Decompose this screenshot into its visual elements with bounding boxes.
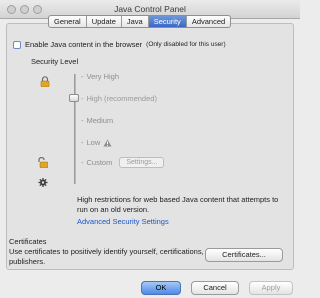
lock-icon (40, 76, 50, 87)
unlock-icon (38, 157, 48, 168)
custom-settings-button[interactable]: Settings... (119, 157, 165, 168)
tab-advanced[interactable]: Advanced (187, 16, 230, 27)
tab-bar: General Update Java Security Advanced (48, 15, 232, 28)
enable-java-label: Enable Java content in the browser (25, 40, 143, 49)
window-title: Java Control Panel (114, 4, 186, 14)
advanced-security-settings-link[interactable]: Advanced Security Settings (77, 217, 169, 226)
ok-button[interactable]: OK (141, 281, 181, 295)
enable-java-note: (Only disabled for this user) (146, 41, 226, 48)
security-level-description: High restrictions for web based Java con… (77, 195, 279, 214)
security-level-slider[interactable] (74, 74, 76, 184)
security-level-heading: Security Level (31, 57, 79, 66)
security-level-slider-knob[interactable] (69, 94, 79, 102)
level-low: - Low (81, 138, 112, 147)
certificates-button[interactable]: Certificates... (205, 248, 283, 262)
certificates-heading: Certificates (9, 237, 47, 246)
apply-button[interactable]: Apply (249, 281, 293, 295)
tab-general[interactable]: General (49, 16, 87, 27)
tab-security[interactable]: Security (148, 16, 187, 27)
gear-icon (38, 178, 48, 187)
enable-java-row[interactable]: Enable Java content in the browser (Only… (13, 40, 226, 49)
cancel-button[interactable]: Cancel (191, 281, 239, 295)
level-high: - High (recommended) (81, 94, 157, 103)
tab-java[interactable]: Java (122, 16, 149, 27)
security-panel: Enable Java content in the browser (Only… (6, 23, 294, 270)
level-custom: - Custom Settings... (81, 157, 165, 168)
warning-icon (103, 139, 112, 146)
tab-update[interactable]: Update (87, 16, 122, 27)
level-medium: - Medium (81, 116, 114, 125)
enable-java-checkbox[interactable] (13, 40, 21, 49)
level-very-high: - Very High (81, 72, 120, 81)
